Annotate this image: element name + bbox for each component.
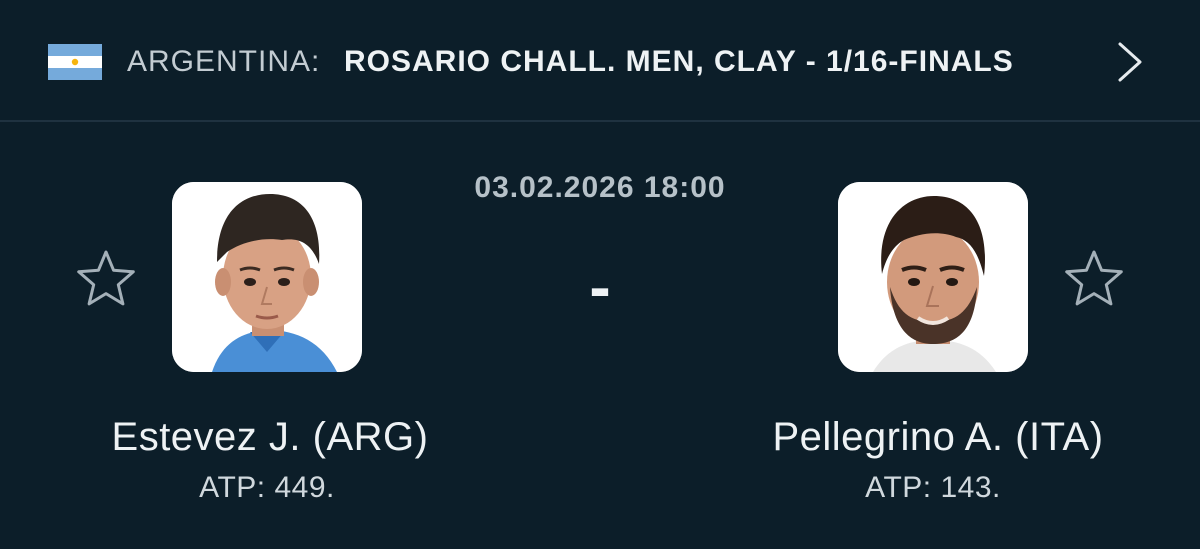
home-player-photo[interactable] <box>172 182 362 372</box>
away-player-name[interactable]: Pellegrino A. (ITA) <box>718 413 1158 461</box>
home-player-avatar <box>172 182 362 372</box>
match-datetime: 03.02.2026 18:00 <box>474 171 726 204</box>
favorite-star-icon-away[interactable] <box>1063 247 1125 309</box>
home-player-rank: ATP: 449. <box>199 471 335 504</box>
away-player-avatar <box>838 182 1028 372</box>
argentina-flag-icon <box>48 44 102 80</box>
away-player-rank: ATP: 143. <box>865 471 1001 504</box>
match-score: - <box>589 251 611 323</box>
tournament-title[interactable]: ROSARIO CHALL. MEN, CLAY - 1/16-FINALS <box>344 44 1014 80</box>
chevron-right-icon[interactable] <box>1112 38 1146 86</box>
country-label: ARGENTINA: <box>127 45 321 78</box>
away-player-photo[interactable] <box>838 182 1028 372</box>
favorite-star-icon-home[interactable] <box>75 247 137 309</box>
match-header: ARGENTINA: ROSARIO CHALL. MEN, CLAY - 1/… <box>0 0 1200 122</box>
home-player-name[interactable]: Estevez J. (ARG) <box>60 413 480 461</box>
